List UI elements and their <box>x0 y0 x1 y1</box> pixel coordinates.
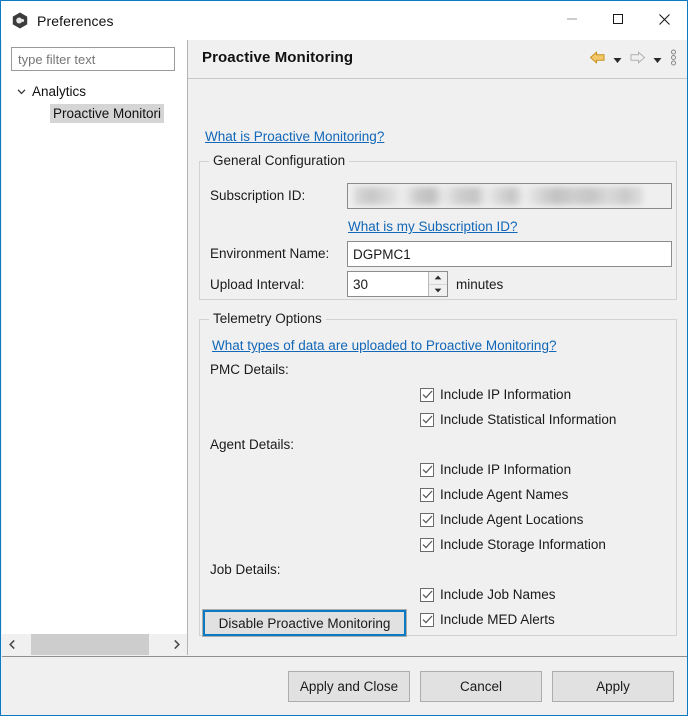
chevron-down-icon <box>613 52 622 67</box>
maximize-icon <box>612 13 624 28</box>
maximize-button[interactable] <box>595 1 641 40</box>
job-details-heading: Job Details: <box>210 562 281 577</box>
back-history-menu-button[interactable] <box>610 49 624 69</box>
navigation-horizontal-scrollbar[interactable] <box>2 633 187 655</box>
window-title: Preferences <box>37 13 114 29</box>
scrollbar-thumb[interactable] <box>31 634 149 655</box>
tree-item-analytics-label: Analytics <box>32 84 86 99</box>
close-icon <box>658 13 671 29</box>
what-is-proactive-monitoring-link[interactable]: What is Proactive Monitoring? <box>205 129 384 144</box>
subscription-id-field[interactable] <box>347 183 672 209</box>
checkbox-label: Include MED Alerts <box>440 612 555 627</box>
checkbox-label: Include IP Information <box>440 462 571 477</box>
upload-interval-stepper <box>428 272 447 296</box>
apply-and-close-button[interactable]: Apply and Close <box>288 671 410 702</box>
agent-details-heading: Agent Details: <box>210 437 294 452</box>
checkbox-pmc-include-ip-information[interactable]: Include IP Information <box>420 387 571 402</box>
window-controls <box>549 1 687 40</box>
page-header: Proactive Monitoring <box>188 40 688 79</box>
upload-interval-units: minutes <box>456 277 503 292</box>
checkbox-agent-include-ip-information[interactable]: Include IP Information <box>420 462 571 477</box>
subscription-id-redacted-value <box>354 187 643 205</box>
tree-item-analytics[interactable]: Analytics <box>2 80 187 102</box>
pmc-details-heading: PMC Details: <box>210 362 289 377</box>
scroll-right-arrow-icon[interactable] <box>166 634 187 655</box>
checkbox-job-include-med-alerts[interactable]: Include MED Alerts <box>420 612 555 627</box>
checkbox-pmc-include-statistical-information[interactable]: Include Statistical Information <box>420 412 616 427</box>
checkmark-icon <box>420 388 434 402</box>
disable-proactive-monitoring-button[interactable]: Disable Proactive Monitoring <box>202 609 407 637</box>
tree-item-proactive-monitoring[interactable]: Proactive Monitori <box>2 102 187 124</box>
scrollbar-track[interactable] <box>23 634 166 655</box>
view-menu-icon <box>670 49 677 69</box>
stepper-down-icon[interactable] <box>429 285 447 297</box>
environment-name-label: Environment Name: <box>210 246 329 261</box>
footer-button-group: Apply and Close Cancel Apply <box>288 671 674 702</box>
preferences-window: Preferences <box>0 0 688 716</box>
back-arrow-icon <box>589 50 606 68</box>
checkmark-icon <box>420 613 434 627</box>
back-button[interactable] <box>586 49 608 69</box>
checkbox-job-include-job-names[interactable]: Include Job Names <box>420 587 556 602</box>
what-is-my-subscription-id-link[interactable]: What is my Subscription ID? <box>348 219 518 234</box>
forward-arrow-icon <box>629 50 646 68</box>
close-button[interactable] <box>641 1 687 40</box>
preferences-content-pane: Proactive Monitoring <box>188 40 688 655</box>
checkbox-label: Include Storage Information <box>440 537 606 552</box>
preferences-tree: Analytics Proactive Monitori <box>2 80 187 124</box>
app-hexagon-icon <box>12 12 28 29</box>
checkbox-agent-include-storage-information[interactable]: Include Storage Information <box>420 537 606 552</box>
chevron-down-icon[interactable] <box>14 84 28 98</box>
checkbox-label: Include Statistical Information <box>440 412 616 427</box>
stepper-up-icon[interactable] <box>429 272 447 285</box>
upload-interval-spinner[interactable] <box>347 271 448 297</box>
scroll-left-arrow-icon[interactable] <box>2 634 23 655</box>
checkmark-icon <box>420 413 434 427</box>
upload-interval-label: Upload Interval: <box>210 277 305 292</box>
what-types-of-data-link[interactable]: What types of data are uploaded to Proac… <box>212 338 556 353</box>
telemetry-options-group-title: Telemetry Options <box>209 311 326 326</box>
forward-button[interactable] <box>626 49 648 69</box>
subscription-id-label: Subscription ID: <box>210 188 305 203</box>
page-title: Proactive Monitoring <box>202 49 353 66</box>
checkmark-icon <box>420 463 434 477</box>
chevron-down-icon <box>653 52 662 67</box>
dialog-body: Analytics Proactive Monitori <box>2 40 688 655</box>
general-configuration-group-title: General Configuration <box>209 153 349 168</box>
minimize-button[interactable] <box>549 1 595 40</box>
view-menu-button[interactable] <box>666 49 680 69</box>
dialog-footer: Apply and Close Cancel Apply <box>2 656 688 716</box>
filter-input[interactable] <box>11 47 175 71</box>
checkbox-label: Include Job Names <box>440 587 556 602</box>
checkmark-icon <box>420 513 434 527</box>
forward-history-menu-button[interactable] <box>650 49 664 69</box>
minimize-icon <box>566 13 578 28</box>
checkmark-icon <box>420 538 434 552</box>
checkmark-icon <box>420 588 434 602</box>
upload-interval-input[interactable] <box>348 272 428 296</box>
preferences-navigation-pane: Analytics Proactive Monitori <box>2 40 187 655</box>
apply-button[interactable]: Apply <box>552 671 674 702</box>
cancel-button[interactable]: Cancel <box>420 671 542 702</box>
page-toolbar <box>586 49 680 69</box>
checkbox-label: Include Agent Locations <box>440 512 583 527</box>
checkmark-icon <box>420 488 434 502</box>
title-bar: Preferences <box>1 1 687 40</box>
environment-name-input[interactable] <box>347 241 672 267</box>
checkbox-agent-include-agent-names[interactable]: Include Agent Names <box>420 487 568 502</box>
tree-item-proactive-monitoring-label: Proactive Monitori <box>50 104 164 123</box>
checkbox-agent-include-agent-locations[interactable]: Include Agent Locations <box>420 512 583 527</box>
checkbox-label: Include Agent Names <box>440 487 568 502</box>
checkbox-label: Include IP Information <box>440 387 571 402</box>
